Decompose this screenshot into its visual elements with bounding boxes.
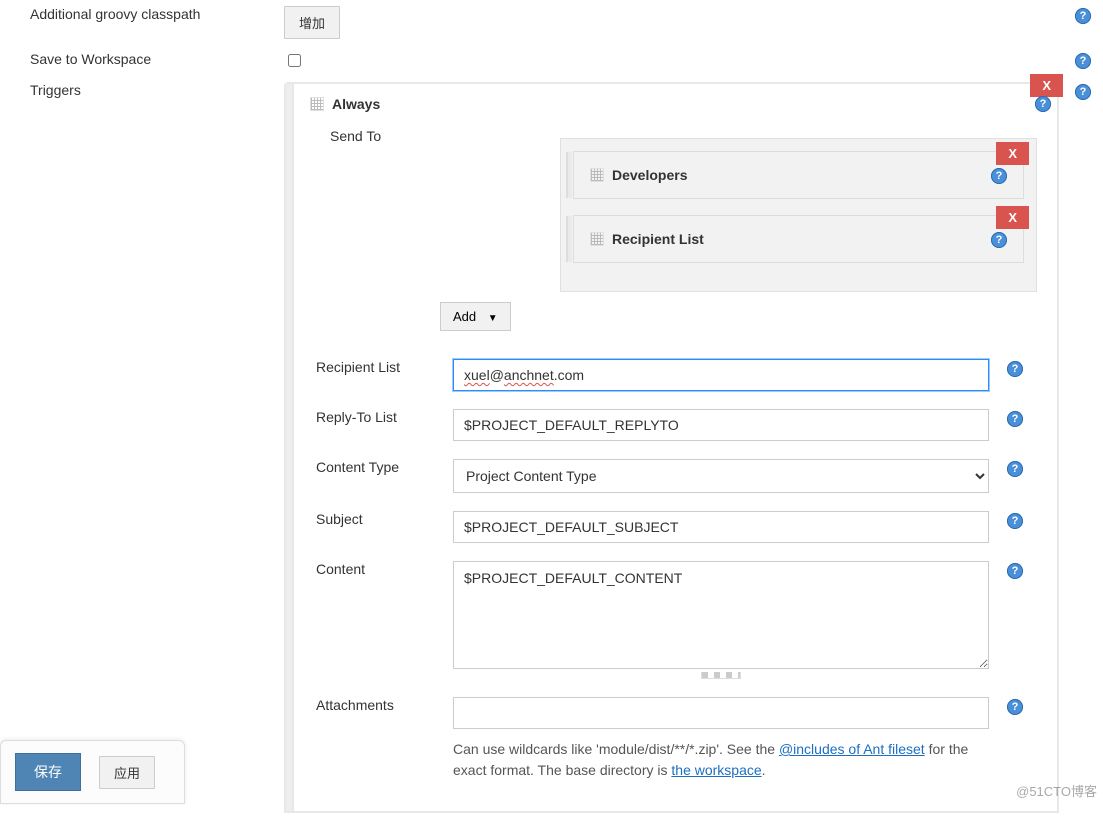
- grip-icon[interactable]: [590, 232, 604, 246]
- content-label: Content: [312, 553, 447, 687]
- resize-handle[interactable]: [701, 672, 741, 679]
- drag-handle[interactable]: [566, 152, 572, 198]
- subject-input[interactable]: [453, 511, 989, 543]
- apply-button[interactable]: 应用: [99, 756, 155, 789]
- help-icon[interactable]: ?: [1007, 411, 1023, 427]
- attachments-label: Attachments: [312, 689, 447, 789]
- attachments-input[interactable]: [453, 697, 989, 729]
- classpath-label: Additional groovy classpath: [0, 0, 280, 45]
- send-to-item-label: Developers: [612, 167, 687, 183]
- recipient-list-input[interactable]: xuel@anchnet.com: [453, 359, 989, 391]
- save-to-workspace-label: Save to Workspace: [0, 45, 280, 76]
- content-type-label: Content Type: [312, 451, 447, 501]
- help-icon[interactable]: ?: [1075, 84, 1091, 100]
- save-button[interactable]: 保存: [15, 753, 81, 791]
- trigger-title: Always: [332, 96, 380, 112]
- send-to-panel: X Developers ? X: [560, 138, 1037, 292]
- save-to-workspace-checkbox[interactable]: [288, 54, 301, 67]
- help-icon[interactable]: ?: [1075, 53, 1091, 69]
- subject-label: Subject: [312, 503, 447, 551]
- help-icon[interactable]: ?: [1007, 513, 1023, 529]
- ant-fileset-link[interactable]: @includes of Ant fileset: [779, 741, 925, 757]
- help-icon[interactable]: ?: [1007, 361, 1023, 377]
- grip-icon[interactable]: [590, 168, 604, 182]
- help-icon[interactable]: ?: [1007, 563, 1023, 579]
- remove-developers-button[interactable]: X: [996, 142, 1029, 165]
- help-icon[interactable]: ?: [1075, 8, 1091, 24]
- help-icon[interactable]: ?: [991, 232, 1007, 248]
- add-send-to-button[interactable]: Add ▼: [440, 302, 511, 331]
- reply-to-label: Reply-To List: [312, 401, 447, 449]
- triggers-panel: X ? Always Send To: [284, 82, 1059, 813]
- workspace-link[interactable]: the workspace: [671, 762, 761, 778]
- help-icon[interactable]: ?: [1007, 699, 1023, 715]
- reply-to-input[interactable]: [453, 409, 989, 441]
- send-to-item-developers: X Developers ?: [573, 151, 1024, 199]
- classpath-add-button[interactable]: 增加: [284, 6, 340, 39]
- bottom-action-bar: 保存 应用: [0, 740, 185, 804]
- help-icon[interactable]: ?: [1007, 461, 1023, 477]
- attachments-note: Can use wildcards like 'module/dist/**/*…: [453, 739, 989, 781]
- help-icon[interactable]: ?: [1035, 96, 1051, 112]
- grip-icon[interactable]: [310, 97, 324, 111]
- drag-handle[interactable]: [566, 216, 572, 262]
- help-icon[interactable]: ?: [991, 168, 1007, 184]
- content-textarea[interactable]: $PROJECT_DEFAULT_CONTENT: [453, 561, 989, 669]
- triggers-label: Triggers: [0, 76, 280, 819]
- remove-recipient-list-button[interactable]: X: [996, 206, 1029, 229]
- watermark-text: @51CTO博客: [1016, 781, 1097, 800]
- add-button-label: Add: [453, 309, 476, 324]
- recipient-list-label: Recipient List: [312, 351, 447, 399]
- send-to-item-recipient-list: X Recipient List ?: [573, 215, 1024, 263]
- chevron-down-icon: ▼: [488, 313, 498, 324]
- send-to-item-label: Recipient List: [612, 231, 704, 247]
- send-to-label: Send To: [310, 128, 430, 331]
- content-type-select[interactable]: Project Content Type: [453, 459, 989, 493]
